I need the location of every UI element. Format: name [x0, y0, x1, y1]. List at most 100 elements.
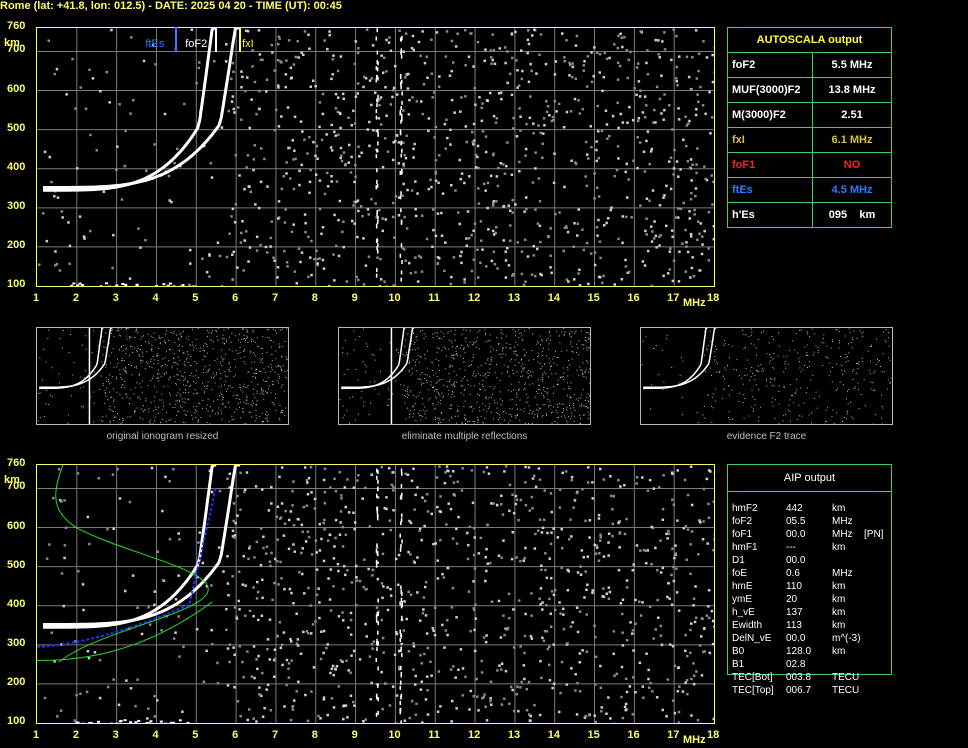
aip-param-name: TEC[Bot] [732, 672, 773, 683]
aip-param-value: 00.0 [786, 529, 806, 540]
marker-line-ftes [175, 27, 178, 52]
aip-param-name: D1 [732, 555, 745, 566]
autoscala-param: fxI [727, 127, 813, 153]
bottom-x-tick-label: 4 [152, 729, 159, 741]
autoscala-row: h'Es 095 km [727, 202, 892, 228]
aip-param-value: 00.0 [786, 555, 806, 566]
thumbnail-eliminate [338, 327, 591, 425]
bottom-y-tick-label: 100 [7, 715, 26, 727]
aip-row: TEC[Bot] 003.8 TECU [732, 671, 890, 684]
top-x-tick-label: 13 [507, 292, 521, 304]
top-x-tick-label: 12 [468, 292, 481, 304]
aip-param-unit: km [832, 581, 846, 592]
aip-param-name: foF1 [732, 529, 753, 540]
top-y-tick-label: 300 [7, 199, 26, 212]
aip-param-name: h_vE [732, 607, 755, 618]
aip-param-name: B0 [732, 646, 745, 657]
bottom-y-unit: km [4, 474, 20, 486]
bottom-x-tick-label: 6 [232, 729, 239, 741]
aip-param-value: --- [786, 542, 796, 553]
bottom-x-tick-label: 16 [627, 729, 640, 741]
aip-param-name: hmE [732, 581, 753, 592]
thumbnail-ordinary-trace [341, 327, 406, 390]
aip-param-unit: MHz [832, 568, 853, 579]
top-y-tick-label: 500 [7, 121, 26, 134]
aip-param-unit: MHz [832, 529, 853, 540]
marker-line-fof2 [215, 27, 218, 52]
bottom-x-tick-label: 13 [507, 729, 521, 741]
thumbnail-evidence-canvas [641, 327, 893, 425]
autoscala-output-table: AUTOSCALA output foF2 5.5 MHz MUF(3000)F2 1… [727, 27, 892, 228]
ionogram-header-title: Rome (lat: +41.8, lon: 012.5) - DATE: 20… [0, 0, 342, 12]
autoscala-row: MUF(3000)F2 13.8 MHz [727, 77, 892, 103]
aip-param-name: ymE [732, 594, 752, 605]
thumbnail-original-caption: original ionogram resized [106, 431, 219, 442]
thumbnail-eliminate-caption: eliminate multiple reflections [401, 431, 528, 442]
aip-row: foF1 00.0 MHz [PN] [732, 528, 890, 541]
bottom-x-tick-label: 15 [587, 729, 600, 741]
aip-param-value: 128.0 [786, 646, 812, 657]
aip-param-name: TEC[Top] [732, 685, 774, 696]
aip-param-value: 006.7 [786, 685, 812, 696]
autoscala-value: 2.51 [812, 102, 892, 128]
autoscala-row: M(3000)F2 2.51 [727, 102, 892, 128]
aip-param-name: hmF2 [732, 503, 758, 514]
marker-line-fxi [239, 27, 242, 52]
thumbnail-original-canvas [37, 327, 289, 425]
low-echo-noise [70, 282, 197, 290]
autoscala-param: foF1 [727, 152, 813, 178]
thumbnail-eliminate-canvas [339, 327, 591, 425]
top-x-tick-label: 2 [72, 292, 79, 304]
top-y-tick-label: 100 [7, 278, 26, 290]
aip-param-unit: km [832, 607, 846, 618]
aip-param-value: 137 [786, 607, 803, 618]
autoscala-param: MUF(3000)F2 [727, 77, 813, 103]
top-x-tick-label: 7 [271, 292, 279, 304]
aip-row: foE 0.6 MHz [732, 567, 890, 580]
top-x-tick-label: 18 [707, 292, 720, 304]
bottom-x-tick-label: 5 [192, 729, 199, 741]
aip-row: ymE 20 km [732, 593, 890, 606]
autoscala-param: M(3000)F2 [727, 102, 813, 128]
aip-param-name: foF2 [732, 516, 753, 527]
autoscala-value: 13.8 MHz [812, 77, 892, 103]
top-x-tick-label: 9 [351, 292, 358, 304]
top-ionogram-canvas [37, 26, 717, 290]
top-x-tick-label: 4 [152, 292, 159, 304]
top-x-tick-label: 11 [428, 292, 440, 304]
autoscala-param: h'Es [727, 202, 813, 228]
aip-param-value: 00.0 [786, 633, 806, 644]
aip-param-name: foE [732, 568, 748, 579]
autoscala-value: 095 km [812, 202, 892, 228]
aip-param-unit: km [832, 542, 846, 553]
thumbnail-noise [339, 328, 591, 425]
aip-param-name: hmF1 [732, 542, 758, 553]
model-profile-curve [55, 464, 209, 663]
aip-param-unit: km [832, 620, 846, 631]
ordinary-trace [43, 26, 217, 192]
aip-row: TEC[Top] 006.7 TECU [732, 684, 890, 697]
bottom-x-tick-label: 1 [33, 729, 40, 741]
top-y-tick-label: 760 [7, 20, 26, 32]
thumbnail-evidence [640, 327, 893, 425]
top-x-tick-label: 17 [667, 292, 680, 304]
marker-label-ftes: ftEs [145, 38, 165, 50]
top-x-tick-label: 6 [232, 292, 239, 304]
low-echo-noise [71, 719, 197, 727]
top-x-tick-label: 10 [388, 292, 401, 304]
top-y-tick-label: 600 [7, 82, 26, 95]
aip-row: B1 02.8 [732, 658, 890, 671]
top-x-tick-label: 1 [33, 292, 40, 304]
top-x-tick-label: 16 [627, 292, 640, 304]
bottom-x-tick-label: 17 [667, 729, 680, 741]
bottom-x-tick-label: 11 [428, 729, 440, 741]
top-x-unit: MHz [683, 297, 706, 309]
aip-row: h_vE 137 km [732, 606, 890, 619]
bottom-x-tick-label: 7 [271, 729, 279, 741]
thumbnail-evidence-caption: evidence F2 trace [726, 431, 807, 442]
aip-row: Ewidth 113 km [732, 619, 890, 632]
autoscala-row: fxI 6.1 MHz [727, 127, 892, 153]
aip-param-unit: km [832, 503, 846, 514]
aip-param-value: 0.6 [786, 568, 800, 579]
bottom-y-tick-label: 600 [7, 519, 26, 532]
